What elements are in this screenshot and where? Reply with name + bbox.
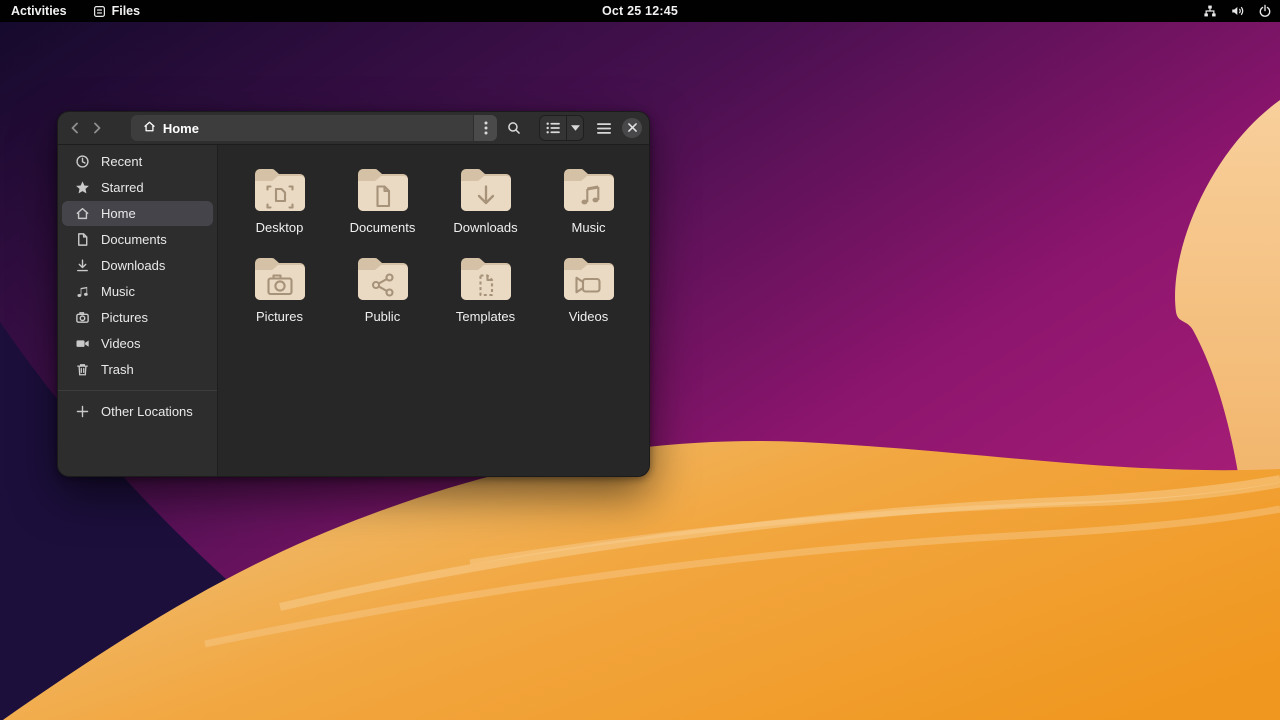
home-icon — [74, 206, 90, 222]
folder-pictures[interactable]: Pictures — [228, 254, 331, 324]
folder-label: Music — [571, 220, 606, 235]
sidebar-item-videos[interactable]: Videos — [62, 331, 213, 356]
folder-videos[interactable]: Videos — [537, 254, 640, 324]
network-icon — [1203, 4, 1217, 18]
view-options-button[interactable] — [566, 116, 583, 140]
document-icon — [74, 232, 90, 248]
sidebar-item-starred[interactable]: Starred — [62, 175, 213, 200]
sidebar-item-documents[interactable]: Documents — [62, 227, 213, 252]
sidebar-label: Starred — [101, 180, 144, 195]
path-bar[interactable]: Home — [130, 115, 498, 141]
folder-label: Videos — [568, 309, 609, 324]
files-window: Home Recent Starred Home Documents Downl… — [57, 111, 650, 477]
forward-button[interactable] — [87, 116, 107, 140]
folder-desktop[interactable]: Desktop — [228, 165, 331, 235]
places-sidebar: Recent Starred Home Documents Downloads … — [58, 145, 218, 476]
sidebar-item-music[interactable]: Music — [62, 279, 213, 304]
folder-label: Templates — [455, 309, 516, 324]
view-toggle-group — [539, 115, 585, 141]
sidebar-item-other-locations[interactable]: Other Locations — [62, 399, 213, 424]
sidebar-label: Home — [101, 206, 136, 221]
path-current-location[interactable]: Home — [131, 120, 211, 136]
back-button[interactable] — [65, 116, 85, 140]
search-button[interactable] — [503, 116, 525, 140]
main-menu-button[interactable] — [593, 116, 615, 140]
focused-app-label: Files — [111, 4, 141, 18]
folder-label: Downloads — [453, 220, 518, 235]
sidebar-separator — [58, 390, 217, 391]
download-icon — [74, 258, 90, 274]
power-icon — [1258, 4, 1272, 18]
folder-label: Pictures — [256, 309, 303, 324]
sidebar-item-recent[interactable]: Recent — [62, 149, 213, 174]
folder-templates[interactable]: Templates — [434, 254, 537, 324]
folder-music[interactable]: Music — [537, 165, 640, 235]
folder-downloads[interactable]: Downloads — [434, 165, 537, 235]
home-icon — [143, 120, 156, 136]
sidebar-label: Downloads — [101, 258, 166, 273]
clock-icon — [74, 154, 90, 170]
trash-icon — [74, 362, 90, 378]
sidebar-item-trash[interactable]: Trash — [62, 357, 213, 382]
file-grid: Desktop Documents Downloads Music Pictur… — [218, 145, 649, 476]
music-note-icon — [74, 284, 90, 300]
sidebar-label: Recent — [101, 154, 143, 169]
folder-public[interactable]: Public — [331, 254, 434, 324]
activities-button[interactable]: Activities — [11, 4, 67, 18]
sidebar-label: Music — [101, 284, 135, 299]
path-label: Home — [162, 120, 199, 136]
folder-label: Documents — [349, 220, 416, 235]
plus-icon — [74, 404, 90, 420]
volume-icon — [1230, 4, 1245, 18]
location-menu-button[interactable] — [473, 115, 498, 141]
sidebar-label: Documents — [101, 232, 167, 247]
sidebar-item-downloads[interactable]: Downloads — [62, 253, 213, 278]
header-bar: Home — [58, 112, 649, 145]
sidebar-label: Trash — [101, 362, 134, 377]
camera-icon — [74, 310, 90, 326]
sidebar-item-home[interactable]: Home — [62, 201, 213, 226]
list-view-button[interactable] — [540, 116, 566, 140]
desktop: Activities Files Oct 25 12:45 Home Recen… — [0, 0, 1280, 720]
folder-label: Desktop — [255, 220, 304, 235]
video-camera-icon — [74, 336, 90, 352]
star-icon — [74, 180, 90, 196]
close-icon — [627, 119, 637, 137]
sidebar-label: Pictures — [101, 310, 148, 325]
sidebar-label: Other Locations — [101, 404, 193, 419]
sidebar-item-pictures[interactable]: Pictures — [62, 305, 213, 330]
sidebar-label: Videos — [101, 336, 141, 351]
clock-button[interactable]: Oct 25 12:45 — [602, 4, 678, 18]
files-app-icon — [93, 5, 106, 18]
focused-app-menu[interactable]: Files — [93, 4, 141, 18]
gnome-top-bar: Activities Files Oct 25 12:45 — [0, 0, 1280, 22]
folder-documents[interactable]: Documents — [331, 165, 434, 235]
close-button[interactable] — [622, 118, 643, 138]
system-status-area[interactable] — [1203, 0, 1272, 22]
folder-label: Public — [364, 309, 401, 324]
